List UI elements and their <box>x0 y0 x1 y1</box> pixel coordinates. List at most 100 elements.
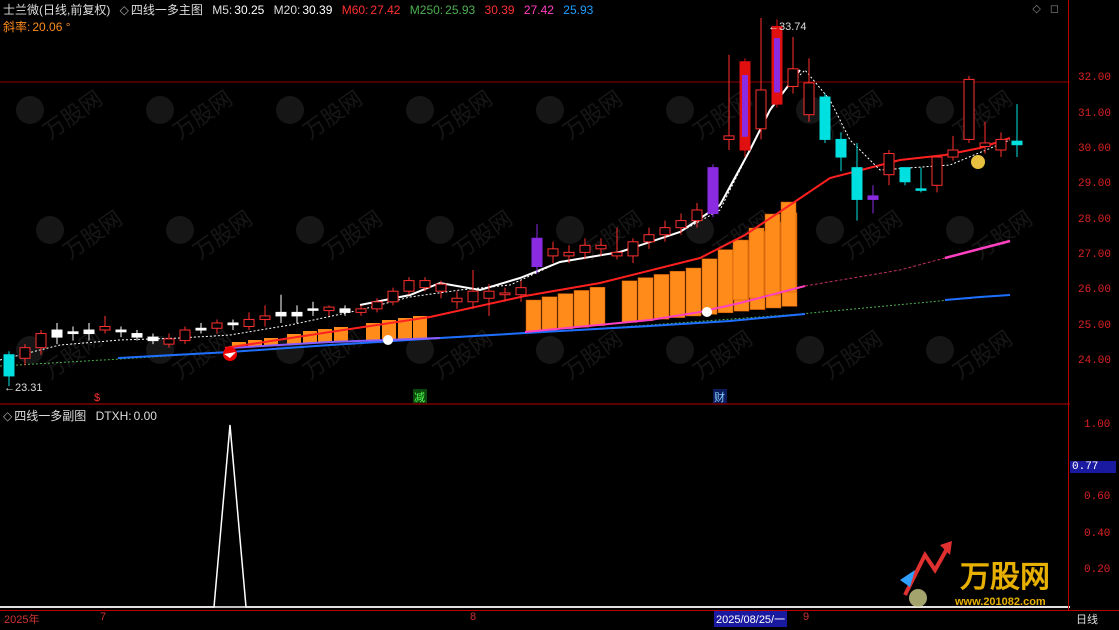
watermark-text: 万股网 <box>39 86 107 144</box>
price-axis[interactable] <box>1068 0 1119 610</box>
candlestick <box>851 167 863 200</box>
watermark-text: 万股网 <box>949 326 1017 384</box>
candlestick <box>515 287 527 296</box>
candlestick <box>115 329 127 333</box>
histogram-bar <box>637 277 654 322</box>
watermark-logo-icon <box>946 216 974 244</box>
diamond-icon[interactable]: ◇ <box>1032 3 1040 15</box>
main-indicator-title[interactable]: 四线一多主图 <box>131 3 203 17</box>
main-chart-svg[interactable]: 万股网 万股网 万股网 万股网 万股网 万股网 万股网 万股网万股网 万股网 万股网 万股网 万股网万… <box>0 0 1119 405</box>
histogram-bar <box>589 286 606 326</box>
watermark-logo-icon <box>146 96 174 124</box>
m60-label: M60: <box>341 3 369 17</box>
m5-value: 30.25 <box>234 3 265 17</box>
price-tick: 29.00 <box>1078 178 1112 191</box>
slope-label: 斜率: <box>3 20 31 34</box>
watermark-text: 万股网 <box>319 206 387 264</box>
restore-icon[interactable]: ◻ <box>1050 3 1059 15</box>
histogram-bar <box>717 249 734 314</box>
watermark-text: 万股网 <box>189 206 257 264</box>
period-label[interactable]: 日线 <box>1076 611 1098 627</box>
reduce-marker: 减 <box>414 391 425 404</box>
sub-indicator-icon[interactable]: ◇ <box>3 409 12 423</box>
candlestick <box>163 338 175 345</box>
sub-chart-panel[interactable]: 万股网 www.201082.com <box>0 405 1070 610</box>
watermark-text: 万股网 <box>429 86 497 144</box>
candlestick <box>147 336 159 342</box>
histogram-bar <box>748 227 765 299</box>
candlestick <box>883 153 895 176</box>
m20-value: 30.39 <box>302 3 333 17</box>
candlestick <box>51 329 63 338</box>
candlestick <box>195 327 207 331</box>
sub-tick: 0.60 <box>1084 491 1111 504</box>
finance-marker: 财 <box>714 390 725 404</box>
indicator-icon[interactable]: ◇ <box>120 3 129 17</box>
candlestick <box>867 195 879 200</box>
histogram-bar <box>557 293 574 330</box>
histogram-bar <box>764 213 781 296</box>
brand-watermark: 万股网 www.201082.com <box>900 541 1050 608</box>
price-tick: 31.00 <box>1078 107 1112 120</box>
brand-name: 万股网 <box>960 561 1050 594</box>
candlestick <box>403 280 415 292</box>
sub-tick: 0.40 <box>1084 527 1111 540</box>
candlestick <box>259 315 271 320</box>
price-tick: 32.00 <box>1078 72 1112 85</box>
main-chart-panel[interactable]: 万股网 万股网 万股网 万股网 万股网 万股网 万股网 万股网 万股网 万股网 万股网 万股网 万股网万… <box>0 0 1119 405</box>
date-year-label: 2025年 <box>4 614 40 626</box>
candlestick <box>563 251 575 257</box>
candlestick <box>83 329 95 335</box>
watermark-text: 万股网 <box>59 206 127 264</box>
watermark-logo-icon <box>36 216 64 244</box>
candlestick <box>659 227 671 236</box>
histogram-bar <box>318 329 332 342</box>
candlestick <box>947 149 959 158</box>
slope-readout: 斜率: 20.06 ° <box>3 18 77 35</box>
watermark-text: 万股网 <box>969 206 1037 264</box>
candlestick <box>35 333 47 349</box>
sub-header: ◇ 四线一多副图 DTXH: 0.00 <box>3 407 163 424</box>
watermark-logo-icon <box>926 96 954 124</box>
candlestick <box>643 234 655 243</box>
candlestick <box>387 290 399 303</box>
candlestick <box>579 244 591 253</box>
sub-chart-svg[interactable]: 万股网 www.201082.com <box>0 405 1070 610</box>
candlestick <box>179 329 191 342</box>
candlestick <box>1011 140 1023 146</box>
date-month-7: 7 <box>100 611 107 623</box>
candlestick <box>755 89 767 130</box>
money-bag-icon <box>971 155 985 169</box>
m60-value: 27.42 <box>370 3 401 17</box>
watermark-text: 万股网 <box>559 326 627 384</box>
histogram-bar <box>669 270 686 318</box>
price-tick: 26.00 <box>1078 284 1112 297</box>
candlestick <box>307 308 319 311</box>
candlestick <box>835 138 847 158</box>
candlestick <box>963 78 975 140</box>
price-tick: 27.00 <box>1078 248 1112 261</box>
cursor-value-tick: 0.77 <box>1070 460 1117 473</box>
watermark-text: 万股网 <box>689 326 757 384</box>
watermark-logo-icon <box>536 336 564 364</box>
panel-controls: ◇ ◻ <box>1032 2 1059 15</box>
stock-name[interactable]: 士兰微(日线,前复权) <box>3 3 110 17</box>
watermark-text: 万股网 <box>299 86 367 144</box>
brand-arrow-icon <box>903 546 950 596</box>
histogram-bar <box>573 290 590 328</box>
candlestick <box>627 241 639 257</box>
m5-label: M5: <box>212 3 233 17</box>
histogram-bar <box>621 280 638 323</box>
candlestick <box>99 326 111 331</box>
date-axis-bar[interactable] <box>0 610 1119 630</box>
sub-tick: 0.20 <box>1084 563 1111 576</box>
candlestick <box>499 292 511 296</box>
sub-indicator-title[interactable]: 四线一多副图 <box>14 409 86 423</box>
watermark-text: 万股网 <box>559 86 627 144</box>
watermark-logo-icon <box>166 216 194 244</box>
dtxh-value: 0.00 <box>133 409 157 423</box>
watermark-text: 万股网 <box>949 86 1017 144</box>
candlestick <box>227 322 239 326</box>
price-tick: 25.00 <box>1078 319 1112 332</box>
histogram-bar <box>701 258 718 315</box>
